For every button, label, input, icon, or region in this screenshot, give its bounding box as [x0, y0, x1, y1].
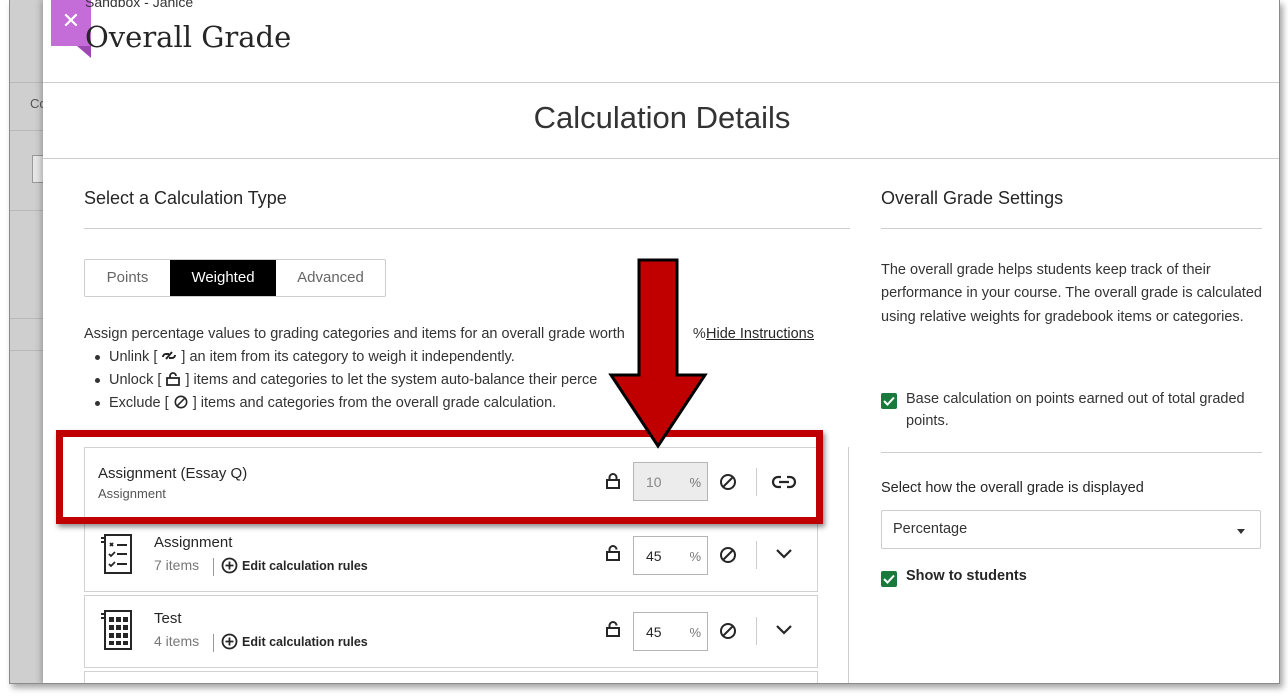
weight-unit: % — [689, 625, 701, 640]
instructions-intro-text: Assign percentage values to grading cate… — [84, 326, 625, 342]
instruction-text: Unlock [ — [109, 372, 162, 388]
assignment-category-icon — [101, 534, 132, 574]
column-divider — [848, 447, 849, 683]
item-count: 4 items — [154, 633, 200, 649]
add-circle-icon[interactable] — [221, 557, 238, 574]
item-name: Test — [154, 610, 182, 627]
chevron-down-icon[interactable] — [775, 548, 793, 560]
unlock-icon[interactable] — [605, 620, 621, 638]
item-name: Assignment — [154, 534, 233, 551]
edit-calculation-rules-link[interactable]: Edit calculation rules — [242, 559, 368, 573]
tab-points[interactable]: Points — [85, 260, 170, 296]
item-count: 7 items — [154, 557, 200, 573]
unlink-icon — [162, 351, 177, 360]
calc-type-heading: Select a Calculation Type — [84, 188, 287, 208]
weight-value: 45 — [646, 548, 662, 564]
instruction-text: ] items and categories from the overall … — [192, 395, 557, 411]
weight-value: 45 — [646, 624, 662, 640]
divider — [43, 158, 1279, 159]
caret-down-icon — [1237, 529, 1245, 534]
instruction-unlink: Unlink [ ] an item from its category to … — [84, 346, 864, 369]
exclude-icon[interactable] — [719, 622, 737, 640]
grade-display-value: Percentage — [893, 521, 968, 537]
weight-input[interactable]: 45 % — [633, 536, 708, 575]
red-arrow-annotation — [608, 258, 708, 449]
divider — [43, 82, 1279, 83]
instruction-text: ] an item from its category to weigh it … — [181, 349, 515, 365]
divider — [881, 452, 1262, 453]
chevron-down-icon[interactable] — [775, 624, 793, 636]
section-title: Calculation Details — [533, 100, 791, 135]
show-to-students-checkbox[interactable] — [881, 571, 897, 587]
divider — [213, 634, 214, 652]
calc-type-tabs: Points Weighted Advanced — [84, 259, 386, 297]
base-calculation-checkbox[interactable] — [881, 393, 897, 409]
divider — [756, 617, 757, 645]
hide-instructions-link[interactable]: Hide Instructions — [706, 323, 814, 346]
instruction-text: Exclude [ — [109, 395, 169, 411]
tab-advanced[interactable]: Advanced — [276, 260, 385, 296]
instruction-text: ] items and categories to let the system… — [185, 372, 598, 388]
unlock-icon[interactable] — [605, 544, 621, 562]
divider — [756, 541, 757, 569]
show-to-students-label: Show to students — [906, 568, 1027, 584]
list-item: Assignment 7 items Edit calculation rule… — [84, 519, 818, 592]
tab-weighted[interactable]: Weighted — [170, 260, 276, 296]
unlock-icon — [166, 372, 181, 386]
page-title: Overall Grade — [85, 20, 292, 54]
settings-heading: Overall Grade Settings — [881, 188, 1064, 208]
test-category-icon — [101, 610, 132, 650]
divider — [213, 558, 214, 576]
settings-description: The overall grade helps students keep tr… — [881, 262, 1262, 325]
add-circle-icon[interactable] — [221, 633, 238, 650]
edit-calculation-rules-link[interactable]: Edit calculation rules — [242, 635, 368, 649]
list-item — [84, 671, 818, 683]
divider — [84, 228, 850, 229]
display-select-label: Select how the overall grade is displaye… — [881, 480, 1144, 496]
weight-input[interactable]: 45 % — [633, 612, 708, 651]
instruction-exclude: Exclude [ ] items and categories from th… — [84, 392, 864, 415]
exclude-icon[interactable] — [719, 546, 737, 564]
instruction-text: Unlink [ — [109, 349, 158, 365]
breadcrumb: Sandbox - Janice — [85, 0, 194, 10]
instruction-unlock: Unlock [ ] items and categories to let t… — [84, 369, 864, 392]
check-icon — [883, 396, 895, 406]
list-item: Test 4 items Edit calculation rules 45 % — [84, 595, 818, 668]
divider — [881, 228, 1262, 229]
weight-unit: % — [689, 549, 701, 564]
exclude-icon — [174, 395, 188, 409]
grade-display-select[interactable]: Percentage — [881, 510, 1261, 549]
check-icon — [883, 574, 895, 584]
base-calculation-label: Base calculation on points earned out of… — [906, 391, 1245, 429]
instructions: Assign percentage values to grading cate… — [84, 323, 864, 415]
